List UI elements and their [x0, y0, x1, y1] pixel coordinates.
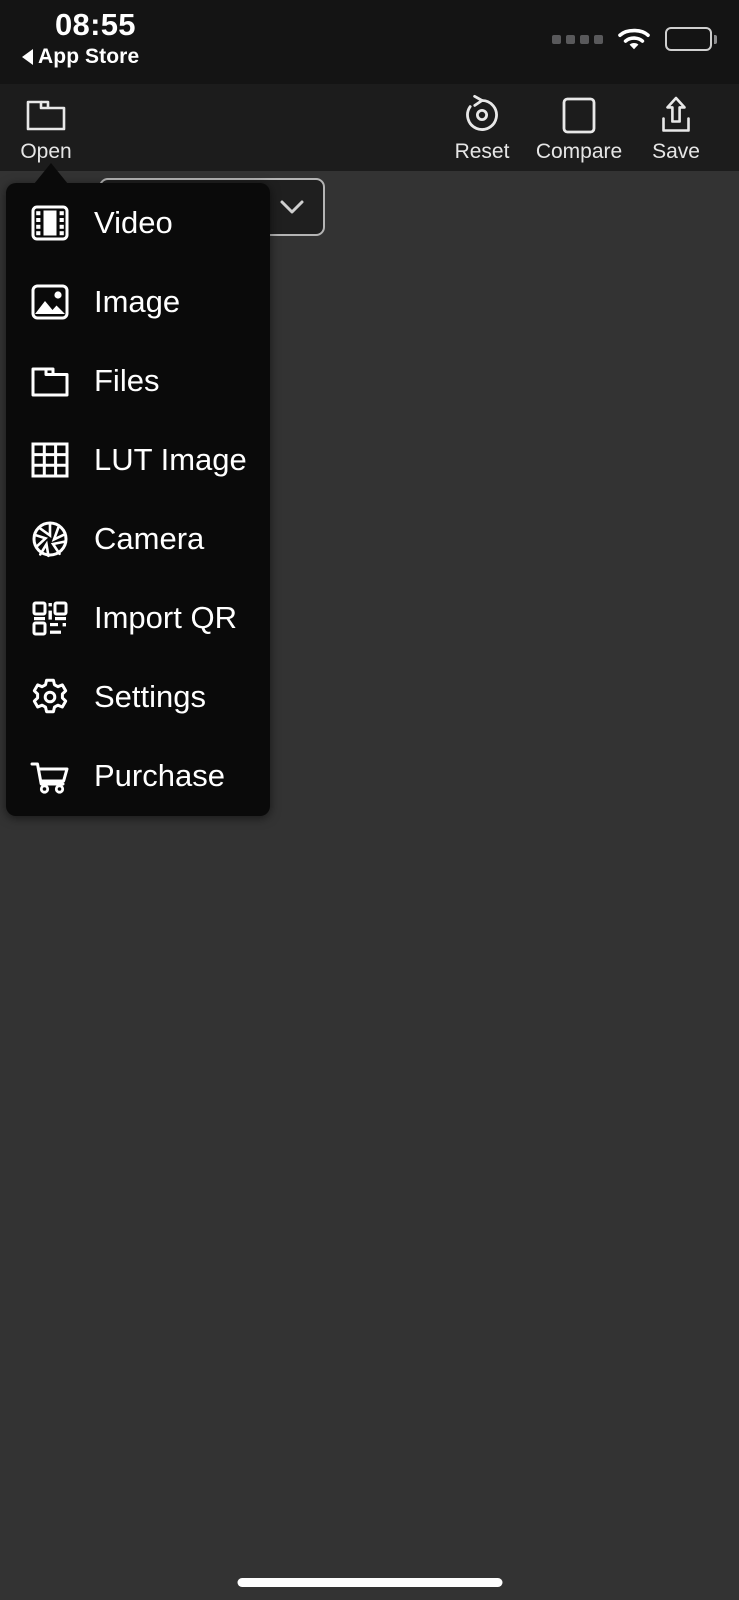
menu-item-label: Purchase [94, 757, 225, 793]
folder-icon [24, 92, 68, 138]
menu-item-label: Files [94, 362, 160, 398]
status-bar: 08:55 App Store [0, 0, 739, 84]
home-indicator-bar[interactable] [237, 1578, 502, 1587]
menu-item-lut-image[interactable]: LUT Image [6, 420, 270, 499]
open-button[interactable]: Open [4, 92, 88, 164]
menu-item-purchase[interactable]: Purchase [6, 736, 270, 815]
gear-icon [28, 675, 72, 719]
chevron-down-icon [279, 199, 305, 216]
status-clock: 08:55 [55, 7, 136, 42]
open-popover-menu: Video Image Files LUT Image Camera Impor… [6, 163, 270, 816]
main-toolbar: Open Select Reset [0, 84, 739, 236]
shopping-cart-icon [28, 754, 72, 798]
menu-item-camera[interactable]: Camera [6, 499, 270, 578]
status-bar-left: 08:55 App Store [22, 8, 139, 69]
reset-button[interactable]: Reset [440, 92, 524, 164]
picture-icon [28, 280, 72, 324]
menu-item-label: Video [94, 204, 173, 240]
save-button-label: Save [652, 140, 700, 163]
reset-button-label: Reset [454, 140, 510, 163]
menu-item-image[interactable]: Image [6, 262, 270, 341]
back-to-app-store-label: App Store [38, 45, 140, 68]
back-to-app-store-button[interactable]: App Store [22, 45, 139, 69]
menu-item-label: Camera [94, 520, 205, 556]
wifi-icon [617, 26, 651, 52]
open-button-label: Open [20, 140, 72, 163]
popover-caret-icon [34, 163, 68, 184]
save-button[interactable]: Save [634, 92, 718, 164]
share-upload-icon [655, 92, 697, 138]
grid-icon [28, 438, 72, 482]
compare-button[interactable]: Compare [524, 92, 634, 164]
cellular-dots-icon [552, 34, 603, 44]
battery-full-icon [665, 27, 717, 51]
qr-code-icon [28, 596, 72, 640]
menu-item-files[interactable]: Files [6, 341, 270, 420]
folder-icon [28, 359, 72, 403]
menu-item-video[interactable]: Video [6, 183, 270, 262]
menu-item-label: Image [94, 283, 181, 319]
reset-undo-icon [461, 92, 503, 138]
menu-item-import-qr[interactable]: Import QR [6, 578, 270, 657]
status-bar-right [552, 26, 717, 52]
app-screen: 08:55 App Store Open Reset Compare Save … [0, 0, 739, 1600]
compare-button-label: Compare [535, 140, 623, 163]
square-icon [558, 92, 600, 138]
menu-item-label: LUT Image [94, 441, 247, 477]
aperture-icon [28, 517, 72, 561]
menu-item-settings[interactable]: Settings [6, 657, 270, 736]
menu-item-label: Import QR [94, 599, 237, 635]
triangle-left-icon [22, 49, 33, 65]
film-strip-icon [28, 201, 72, 245]
menu-item-label: Settings [94, 678, 207, 714]
